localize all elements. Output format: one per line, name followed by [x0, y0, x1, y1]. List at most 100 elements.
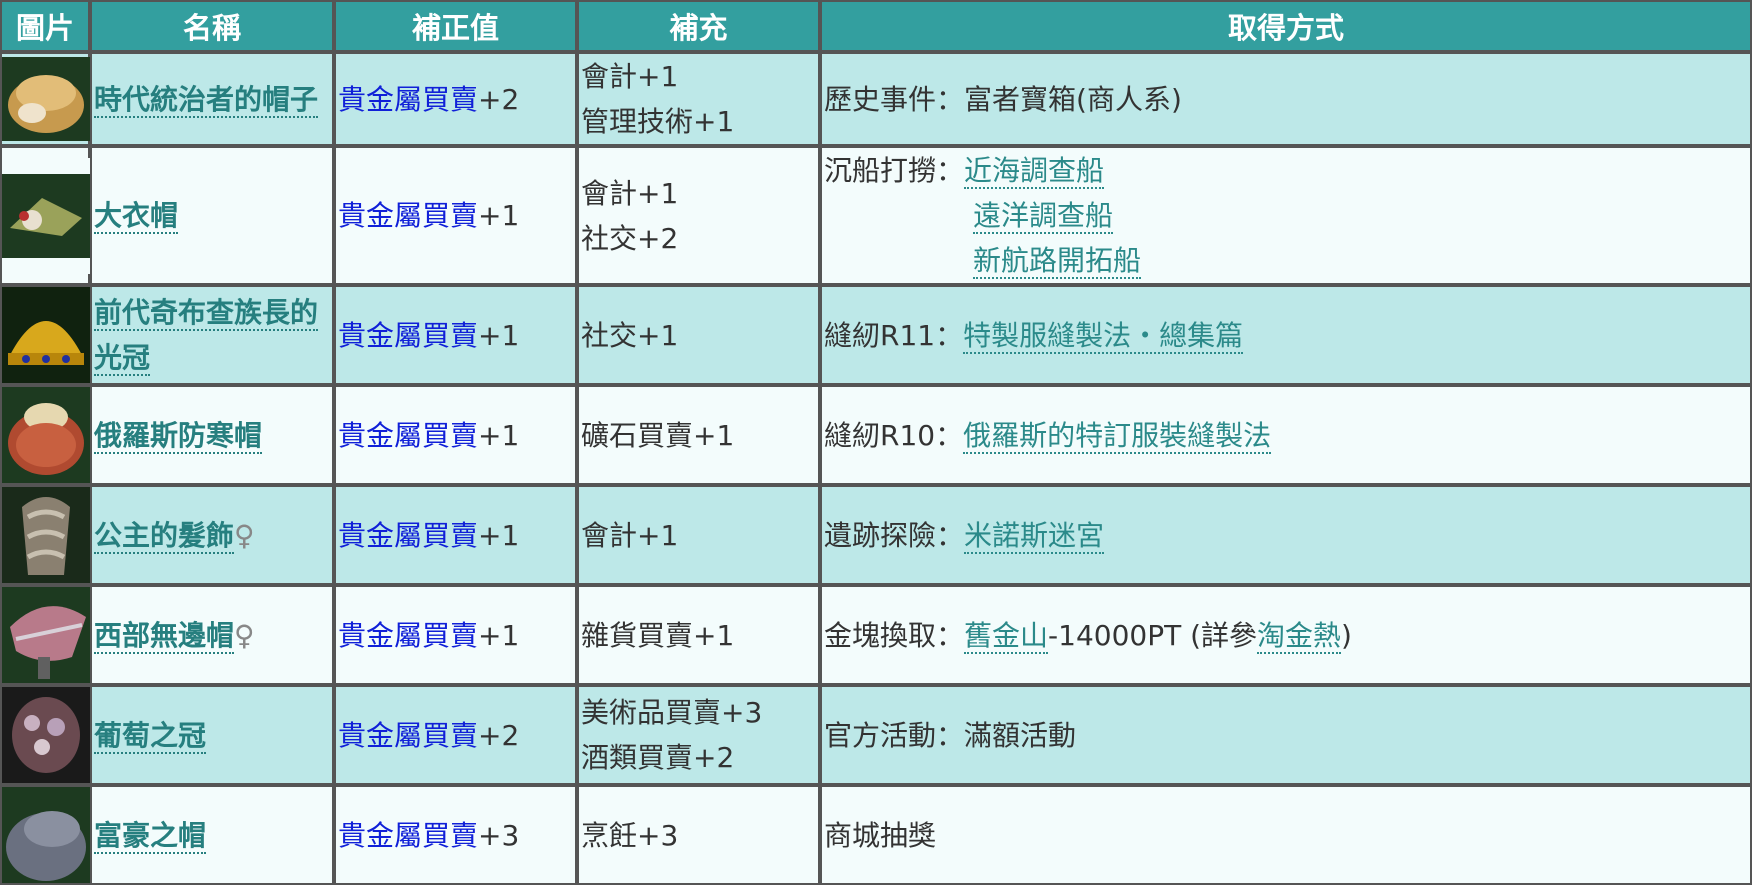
source-cell: 縫紉R10：俄羅斯的特訂服裝縫製法 [820, 385, 1752, 485]
source-label: 遺跡探險： [824, 518, 965, 552]
source-text: -14000PT (詳參 [1048, 618, 1258, 652]
female-symbol-icon: ♀ [234, 518, 255, 552]
bonus-value: +2 [478, 718, 520, 752]
item-name-cell: 葡萄之冠 [90, 685, 334, 785]
item-name-link[interactable]: 時代統治者的帽子 [94, 82, 319, 118]
item-image-cell [0, 485, 90, 585]
table-row: 大衣帽 貴金屬買賣+1 會計+1 社交+2 沉船打撈：近海調查船 遠洋調查船 新… [0, 146, 1752, 285]
item-image-cell [0, 285, 90, 385]
bonus-skill-link[interactable]: 貴金屬買賣 [338, 199, 478, 232]
bonus-cell: 貴金屬買賣+3 [334, 785, 577, 885]
bonus-skill-link[interactable]: 貴金屬買賣 [338, 319, 478, 352]
source-cell: 官方活動：滿額活動 [820, 685, 1752, 785]
source-link[interactable]: 淘金熱 [1257, 618, 1342, 654]
extra-line: 會計+1 [581, 518, 679, 552]
source-label: 金塊換取： [824, 618, 965, 652]
item-thumbnail [2, 587, 90, 683]
header-extra: 補充 [577, 0, 820, 52]
bonus-value: +3 [478, 818, 520, 852]
source-cell: 遺跡探險：米諾斯迷宮 [820, 485, 1752, 585]
item-name-link[interactable]: 西部無邊帽 [94, 618, 235, 654]
item-name-cell: 俄羅斯防寒帽 [90, 385, 334, 485]
item-name-cell: 公主的髮飾♀ [90, 485, 334, 585]
bonus-value: +2 [478, 82, 520, 116]
source-link[interactable]: 新航路開拓船 [973, 244, 1142, 279]
header-image: 圖片 [0, 0, 90, 52]
extra-line: 雜貨買賣+1 [581, 618, 735, 652]
header-source: 取得方式 [820, 0, 1752, 52]
extra-cell: 礦石買賣+1 [577, 385, 820, 485]
source-label: 歷史事件： [824, 82, 965, 116]
header-row: 圖片 名稱 補正值 補充 取得方式 [0, 0, 1752, 52]
table-row: 富豪之帽 貴金屬買賣+3 烹飪+3 商城抽獎 [0, 785, 1752, 885]
item-name-cell: 時代統治者的帽子 [90, 52, 334, 146]
bonus-skill-link[interactable]: 貴金屬買賣 [338, 519, 478, 552]
item-name-link[interactable]: 葡萄之冠 [94, 718, 207, 754]
extra-line: 社交+2 [581, 221, 679, 255]
bonus-cell: 貴金屬買賣+1 [334, 485, 577, 585]
item-thumbnail [2, 157, 90, 274]
item-image-cell [0, 585, 90, 685]
item-name-link[interactable]: 俄羅斯防寒帽 [94, 418, 263, 454]
extra-cell: 會計+1 [577, 485, 820, 585]
item-name-cell: 西部無邊帽♀ [90, 585, 334, 685]
source-label: 商城抽獎 [824, 818, 937, 852]
source-cell: 商城抽獎 [820, 785, 1752, 885]
table-row: 時代統治者的帽子 貴金屬買賣+2 會計+1 管理技術+1 歷史事件：富者寶箱(商… [0, 52, 1752, 146]
item-name-cell: 大衣帽 [90, 146, 334, 285]
source-link[interactable]: 特製服縫製法・總集篇 [963, 318, 1244, 354]
bonus-cell: 貴金屬買賣+2 [334, 685, 577, 785]
source-text: 富者寶箱(商人系) [964, 82, 1182, 116]
item-image-cell [0, 385, 90, 485]
bonus-value: +1 [478, 418, 520, 452]
item-name-link[interactable]: 富豪之帽 [94, 818, 207, 854]
source-link[interactable]: 米諾斯迷宮 [964, 518, 1105, 554]
source-link[interactable]: 遠洋調查船 [973, 199, 1114, 234]
source-link[interactable]: 近海調查船 [964, 154, 1105, 189]
bonus-value: +1 [478, 318, 520, 352]
bonus-value: +1 [478, 199, 520, 232]
bonus-value: +1 [478, 618, 520, 652]
bonus-cell: 貴金屬買賣+1 [334, 585, 577, 685]
item-image-cell [0, 685, 90, 785]
bonus-cell: 貴金屬買賣+2 [334, 52, 577, 146]
bonus-skill-link[interactable]: 貴金屬買賣 [338, 83, 478, 116]
table-row: 葡萄之冠 貴金屬買賣+2 美術品買賣+3 酒類買賣+2 官方活動：滿額活動 [0, 685, 1752, 785]
item-image-cell [0, 52, 90, 146]
item-thumbnail [2, 487, 90, 583]
item-name-link[interactable]: 大衣帽 [94, 199, 179, 234]
extra-cell: 烹飪+3 [577, 785, 820, 885]
bonus-value: +1 [478, 518, 520, 552]
source-text: 滿額活動 [964, 718, 1077, 752]
extra-line: 酒類買賣+2 [581, 741, 735, 774]
item-name-link[interactable]: 光冠 [94, 341, 151, 376]
extra-line: 管理技術+1 [581, 105, 735, 138]
bonus-skill-link[interactable]: 貴金屬買賣 [338, 719, 478, 752]
item-thumbnail [2, 387, 90, 483]
extra-cell: 會計+1 管理技術+1 [577, 52, 820, 146]
source-label: 沉船打撈： [824, 154, 965, 187]
source-label: 縫紉R11： [824, 318, 964, 352]
bonus-skill-link[interactable]: 貴金屬買賣 [338, 419, 478, 452]
source-text: ) [1341, 618, 1352, 652]
bonus-skill-link[interactable]: 貴金屬買賣 [338, 819, 478, 852]
table-row: 前代奇布查族長的 光冠 貴金屬買賣+1 社交+1 縫紉R11：特製服縫製法・總集… [0, 285, 1752, 385]
source-link[interactable]: 舊金山 [964, 618, 1049, 654]
source-label: 官方活動： [824, 718, 965, 752]
extra-line: 烹飪+3 [581, 818, 679, 852]
source-cell: 金塊換取：舊金山-14000PT (詳參淘金熱) [820, 585, 1752, 685]
bonus-skill-link[interactable]: 貴金屬買賣 [338, 619, 478, 652]
extra-cell: 會計+1 社交+2 [577, 146, 820, 285]
source-label: 縫紉R10： [824, 418, 964, 452]
item-name-link[interactable]: 前代奇布查族長的 [94, 296, 319, 331]
item-thumbnail [2, 687, 90, 783]
extra-line: 美術品買賣+3 [581, 696, 763, 729]
source-link[interactable]: 俄羅斯的特訂服裝縫製法 [963, 418, 1272, 454]
bonus-cell: 貴金屬買賣+1 [334, 146, 577, 285]
extra-line: 會計+1 [581, 176, 679, 210]
source-cell: 縫紉R11：特製服縫製法・總集篇 [820, 285, 1752, 385]
source-cell: 歷史事件：富者寶箱(商人系) [820, 52, 1752, 146]
header-bonus: 補正值 [334, 0, 577, 52]
item-name-link[interactable]: 公主的髮飾 [94, 518, 235, 554]
extra-cell: 雜貨買賣+1 [577, 585, 820, 685]
